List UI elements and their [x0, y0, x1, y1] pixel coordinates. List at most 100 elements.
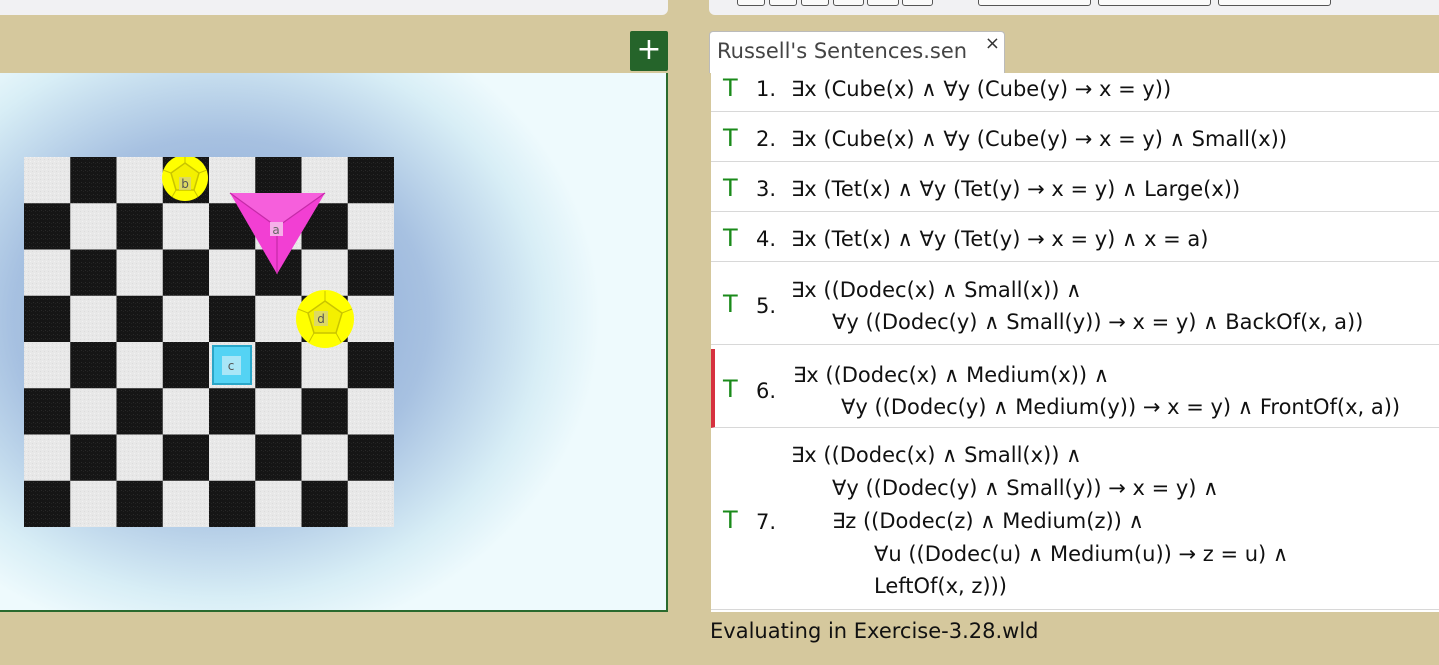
dodecahedron-b[interactable]: b: [162, 157, 208, 201]
tab-russells-sentences[interactable]: Russell's Sentences.sen ×: [709, 31, 1005, 73]
board-square[interactable]: [116, 295, 164, 343]
board-square[interactable]: [116, 388, 164, 435]
board-square[interactable]: [24, 480, 71, 527]
truth-value: T: [723, 506, 738, 534]
board-square[interactable]: [162, 342, 210, 389]
sentence-number: 5.: [756, 294, 777, 318]
sentence-formula: ∃z ((Dodec(z) ∧ Medium(z)) ∧: [832, 509, 1144, 533]
toolbar-button[interactable]: [737, 0, 765, 6]
board-square[interactable]: [209, 249, 256, 297]
board-square[interactable]: [347, 157, 394, 204]
sentence-formula: ∃x ((Dodec(x) ∧ Small(x)) ∧: [791, 443, 1082, 467]
toolbar-button[interactable]: [902, 0, 933, 6]
board-square[interactable]: [116, 203, 164, 250]
sentence-formula: ∀u ((Dodec(u) ∧ Medium(u)) → z = u) ∧: [874, 542, 1289, 566]
truth-value: T: [723, 74, 738, 102]
sentence-number: 4.: [756, 227, 777, 251]
sentence-row[interactable]: T 4. ∃x (Tet(x) ∧ ∀y (Tet(y) → x = y) ∧ …: [711, 212, 1439, 262]
toolbar-button[interactable]: [978, 0, 1091, 6]
status-bar: Evaluating in Exercise-3.28.wld: [710, 619, 1039, 643]
board-square[interactable]: [255, 434, 302, 482]
left-toolbar-strip: [0, 0, 668, 15]
toolbar-button[interactable]: [769, 0, 797, 6]
cube-c[interactable]: c: [212, 345, 252, 385]
sentence-formula: ∀y ((Dodec(y) ∧ Small(y)) → x = y) ∧: [832, 476, 1219, 500]
board-square[interactable]: [347, 434, 394, 482]
board-square[interactable]: [255, 480, 302, 527]
board-square[interactable]: [162, 434, 210, 482]
board-square[interactable]: [24, 295, 71, 343]
board-square[interactable]: [301, 388, 349, 435]
sentence-list[interactable]: T 1. ∃x (Cube(x) ∧ ∀y (Cube(y) → x = y))…: [711, 73, 1439, 612]
sentence-formula: ∃x (Tet(x) ∧ ∀y (Tet(y) → x = y) ∧ Large…: [791, 177, 1241, 201]
toolbar-button[interactable]: [833, 0, 864, 6]
board-square[interactable]: [209, 480, 256, 527]
chess-board[interactable]: b a d c: [24, 157, 394, 527]
sentence-formula: LeftOf(x, z))): [874, 574, 1008, 598]
sentence-row-selected[interactable]: T 6. ∃x ((Dodec(x) ∧ Medium(x)) ∧ ∀y ((D…: [711, 349, 1439, 428]
object-label: d: [317, 312, 325, 326]
toolbar-button[interactable]: [801, 0, 829, 6]
sentence-row[interactable]: T 1. ∃x (Cube(x) ∧ ∀y (Cube(y) → x = y)): [711, 73, 1439, 112]
board-square[interactable]: [24, 249, 71, 297]
board-square[interactable]: [116, 157, 164, 204]
sentence-row[interactable]: T 5. ∃x ((Dodec(x) ∧ Small(x)) ∧ ∀y ((Do…: [711, 262, 1439, 345]
board-square[interactable]: [116, 434, 164, 482]
board-square[interactable]: [209, 434, 256, 482]
close-icon[interactable]: ×: [985, 33, 1000, 54]
add-button[interactable]: +: [630, 31, 668, 71]
board-square[interactable]: [70, 388, 117, 435]
dodecahedron-d[interactable]: d: [296, 290, 354, 348]
board-square[interactable]: [255, 295, 302, 343]
toolbar-button[interactable]: [867, 0, 899, 6]
world-view[interactable]: b a d c: [0, 73, 668, 612]
sentence-row[interactable]: T 3. ∃x (Tet(x) ∧ ∀y (Tet(y) → x = y) ∧ …: [711, 162, 1439, 212]
toolbar-button[interactable]: [1098, 0, 1211, 6]
truth-value: T: [723, 124, 738, 152]
board-square[interactable]: [301, 480, 349, 527]
truth-value: T: [723, 375, 738, 403]
board-square[interactable]: [116, 480, 164, 527]
board-square[interactable]: [255, 388, 302, 435]
board-square[interactable]: [24, 342, 71, 389]
board-square[interactable]: [70, 203, 117, 250]
board-square[interactable]: [347, 249, 394, 297]
board-square[interactable]: [347, 480, 394, 527]
object-label: c: [228, 359, 235, 373]
board-square[interactable]: [347, 295, 394, 343]
board-square[interactable]: [162, 203, 210, 250]
truth-value: T: [723, 290, 738, 318]
board-square[interactable]: [255, 342, 302, 389]
board-square[interactable]: [70, 157, 117, 204]
board-square[interactable]: [24, 157, 71, 204]
board-square[interactable]: [347, 203, 394, 250]
board-square[interactable]: [301, 249, 349, 297]
toolbar-button[interactable]: [1218, 0, 1331, 6]
board-square[interactable]: [347, 342, 394, 389]
board-square[interactable]: [162, 388, 210, 435]
board-square[interactable]: [116, 342, 164, 389]
board-square[interactable]: [301, 342, 349, 389]
board-square[interactable]: [347, 388, 394, 435]
board-square[interactable]: [209, 295, 256, 343]
board-square[interactable]: [24, 388, 71, 435]
board-square[interactable]: [209, 388, 256, 435]
board-square[interactable]: [162, 295, 210, 343]
sentence-number: 1.: [756, 77, 777, 101]
board-square[interactable]: [162, 249, 210, 297]
board-square[interactable]: [116, 249, 164, 297]
sentence-row[interactable]: T 7. ∃x ((Dodec(x) ∧ Small(x)) ∧ ∀y ((Do…: [711, 428, 1439, 610]
board-square[interactable]: [301, 434, 349, 482]
board-square[interactable]: [70, 295, 117, 343]
board-square[interactable]: [24, 434, 71, 482]
board-square[interactable]: [70, 342, 117, 389]
object-label: a: [272, 223, 279, 237]
sentence-row[interactable]: T 2. ∃x (Cube(x) ∧ ∀y (Cube(y) → x = y) …: [711, 112, 1439, 162]
sentence-formula: ∃x (Cube(x) ∧ ∀y (Cube(y) → x = y)): [791, 77, 1172, 101]
board-square[interactable]: [162, 480, 210, 527]
board-square[interactable]: [70, 249, 117, 297]
board-square[interactable]: [70, 434, 117, 482]
board-square[interactable]: [70, 480, 117, 527]
board-square[interactable]: [24, 203, 71, 250]
sentence-number: 7.: [756, 510, 777, 534]
